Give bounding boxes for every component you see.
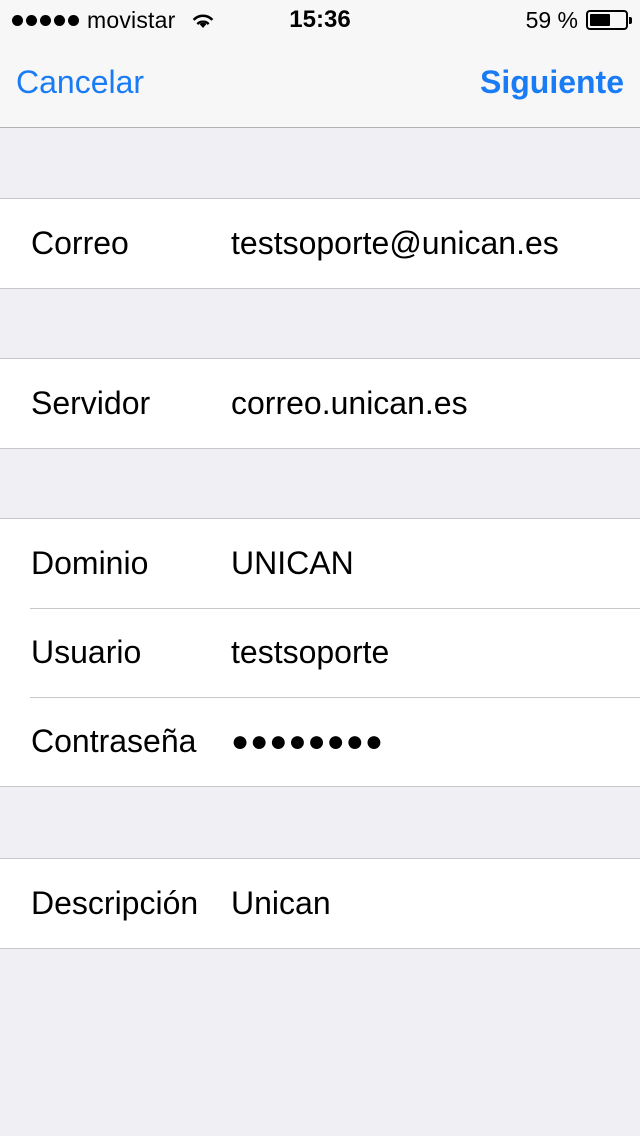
description-row[interactable]: Descripción Unican <box>0 859 640 948</box>
description-field[interactable]: Unican <box>231 859 624 948</box>
server-label: Servidor <box>31 385 151 421</box>
user-row[interactable]: Usuario testsoporte <box>0 608 640 697</box>
battery-fill <box>590 14 610 26</box>
password-row[interactable]: Contraseña ●●●●●●●● <box>0 697 640 786</box>
email-field[interactable]: testsoporte@unican.es <box>231 199 624 288</box>
server-field[interactable]: correo.unican.es <box>231 359 624 448</box>
description-group: Descripción Unican <box>0 858 640 949</box>
password-label: Contraseña <box>31 723 197 759</box>
domain-label: Dominio <box>31 545 149 581</box>
battery-percent: 59 % <box>525 6 578 33</box>
navigation-bar: Cancelar Siguiente <box>0 40 640 128</box>
server-row[interactable]: Servidor correo.unican.es <box>0 359 640 448</box>
password-field[interactable]: ●●●●●●●● <box>231 697 624 786</box>
server-group: Servidor correo.unican.es <box>0 358 640 449</box>
domain-row[interactable]: Dominio UNICAN <box>0 519 640 608</box>
battery-icon <box>586 10 632 30</box>
email-group: Correo testsoporte@unican.es <box>0 198 640 289</box>
user-field[interactable]: testsoporte <box>231 608 624 697</box>
battery-nub <box>629 17 632 24</box>
domain-field[interactable]: UNICAN <box>231 519 624 608</box>
status-bar: movistar 15:36 59 % <box>0 0 640 40</box>
status-right: 59 % <box>525 6 632 33</box>
next-button[interactable]: Siguiente <box>480 64 624 101</box>
description-label: Descripción <box>31 885 199 921</box>
user-label: Usuario <box>31 634 142 670</box>
cancel-button[interactable]: Cancelar <box>16 64 144 101</box>
email-label: Correo <box>31 225 129 261</box>
email-row[interactable]: Correo testsoporte@unican.es <box>0 199 640 288</box>
credentials-group: Dominio UNICAN Usuario testsoporte Contr… <box>0 518 640 787</box>
